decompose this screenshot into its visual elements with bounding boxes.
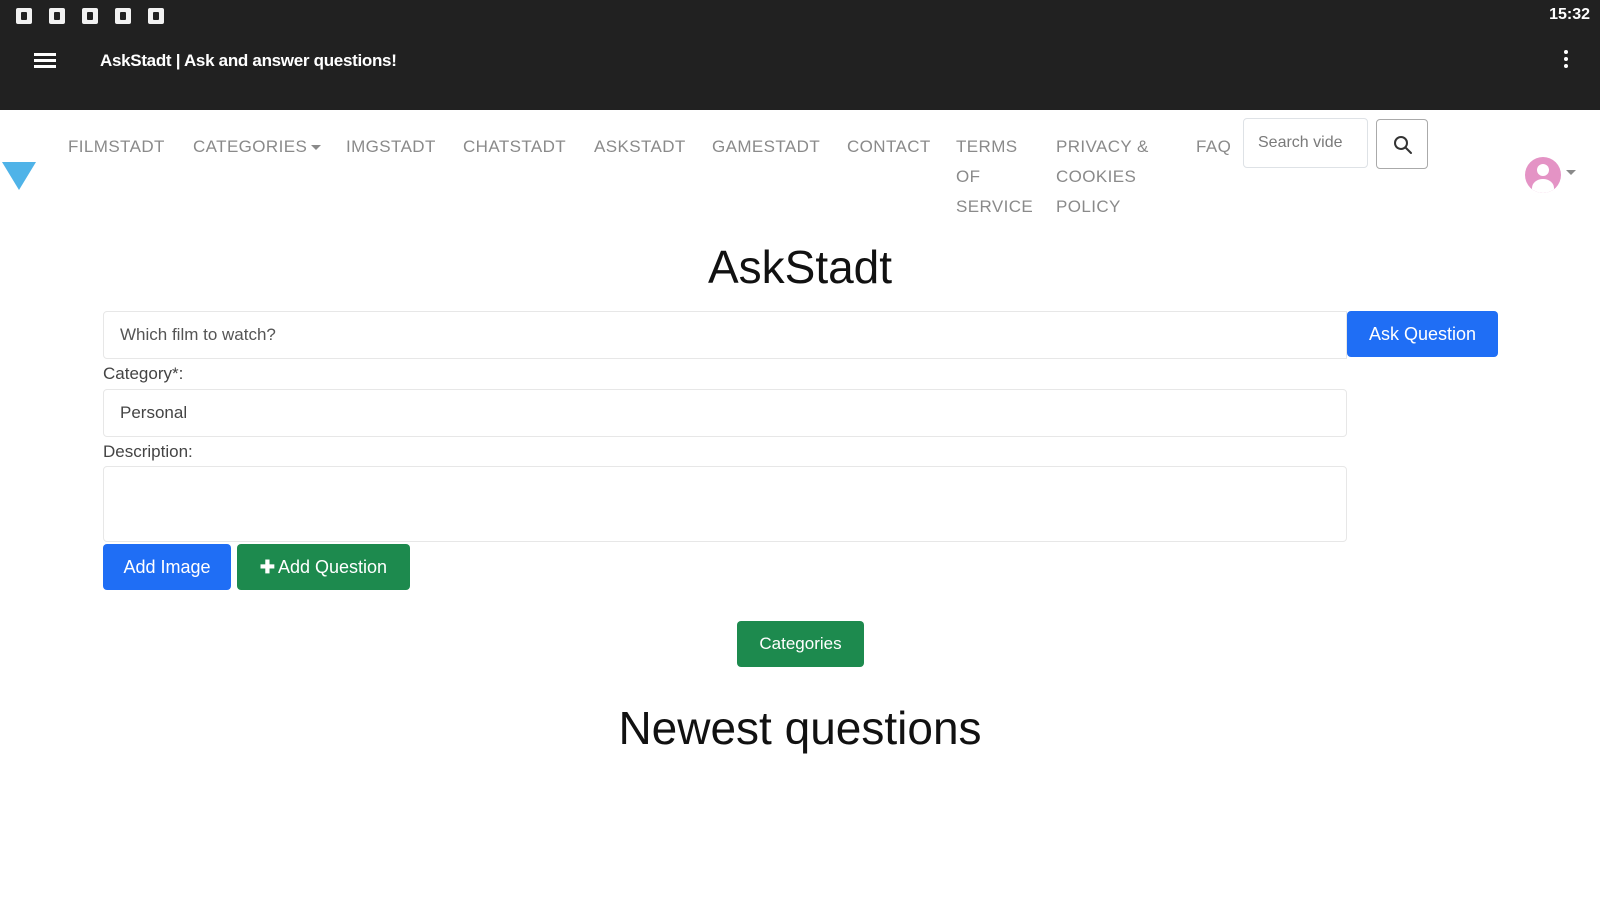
app-notification-icon	[82, 8, 98, 24]
search-button[interactable]	[1376, 119, 1428, 169]
nav-link-categories[interactable]: CATEGORIES	[193, 132, 322, 162]
more-vert-icon[interactable]	[1560, 50, 1572, 74]
user-avatar-icon[interactable]	[1525, 157, 1561, 193]
app-toolbar: AskStadt | Ask and answer questions!	[0, 30, 1600, 110]
nav-link-faq[interactable]: FAQ	[1196, 132, 1231, 162]
ask-question-button[interactable]: Ask Question	[1347, 311, 1498, 357]
add-question-label: Add Question	[278, 556, 388, 577]
nav-link-privacy[interactable]: PRIVACY & COOKIES POLICY	[1056, 132, 1176, 222]
search-input[interactable]	[1243, 118, 1368, 168]
add-image-button[interactable]: Add Image	[103, 544, 231, 590]
app-notification-icon	[49, 8, 65, 24]
status-time: 15:32	[1549, 6, 1590, 23]
category-select[interactable]: Personal	[103, 389, 1347, 437]
question-input[interactable]	[103, 311, 1347, 359]
android-debug-icon	[115, 8, 131, 24]
categories-button[interactable]: Categories	[737, 621, 864, 667]
search-icon	[1394, 136, 1412, 154]
nav-link-gamestadt[interactable]: GAMESTADT	[712, 132, 820, 162]
chevron-down-icon	[311, 145, 322, 151]
nav-link-terms[interactable]: TERMS OF SERVICE	[956, 132, 1046, 222]
nav-link-contact[interactable]: CONTACT	[847, 132, 931, 162]
page-title: AskStadt	[707, 241, 893, 293]
nav-link-filmstadt[interactable]: FILMSTADT	[68, 132, 165, 162]
category-label: Category*:	[103, 364, 184, 383]
add-question-button[interactable]: ✚ Add Question	[237, 544, 410, 590]
status-icons	[16, 8, 164, 24]
app-notification-icon	[16, 8, 32, 24]
app-title: AskStadt | Ask and answer questions!	[100, 51, 397, 70]
nav-link-categories-label: CATEGORIES	[193, 137, 308, 156]
description-label: Description:	[103, 442, 193, 461]
newest-questions-heading: Newest questions	[618, 702, 982, 754]
app-notification-icon	[148, 8, 164, 24]
nav-link-chatstadt[interactable]: CHATSTADT	[463, 132, 566, 162]
nav-link-askstadt[interactable]: ASKSTADT	[594, 132, 686, 162]
hamburger-menu-icon[interactable]	[34, 51, 58, 71]
plus-icon: ✚	[259, 556, 275, 577]
nav-link-imgstadt[interactable]: IMGSTADT	[346, 132, 436, 162]
description-textarea[interactable]	[103, 466, 1347, 542]
status-bar: 15:32	[0, 0, 1600, 30]
chevron-down-icon[interactable]	[1566, 170, 1576, 175]
